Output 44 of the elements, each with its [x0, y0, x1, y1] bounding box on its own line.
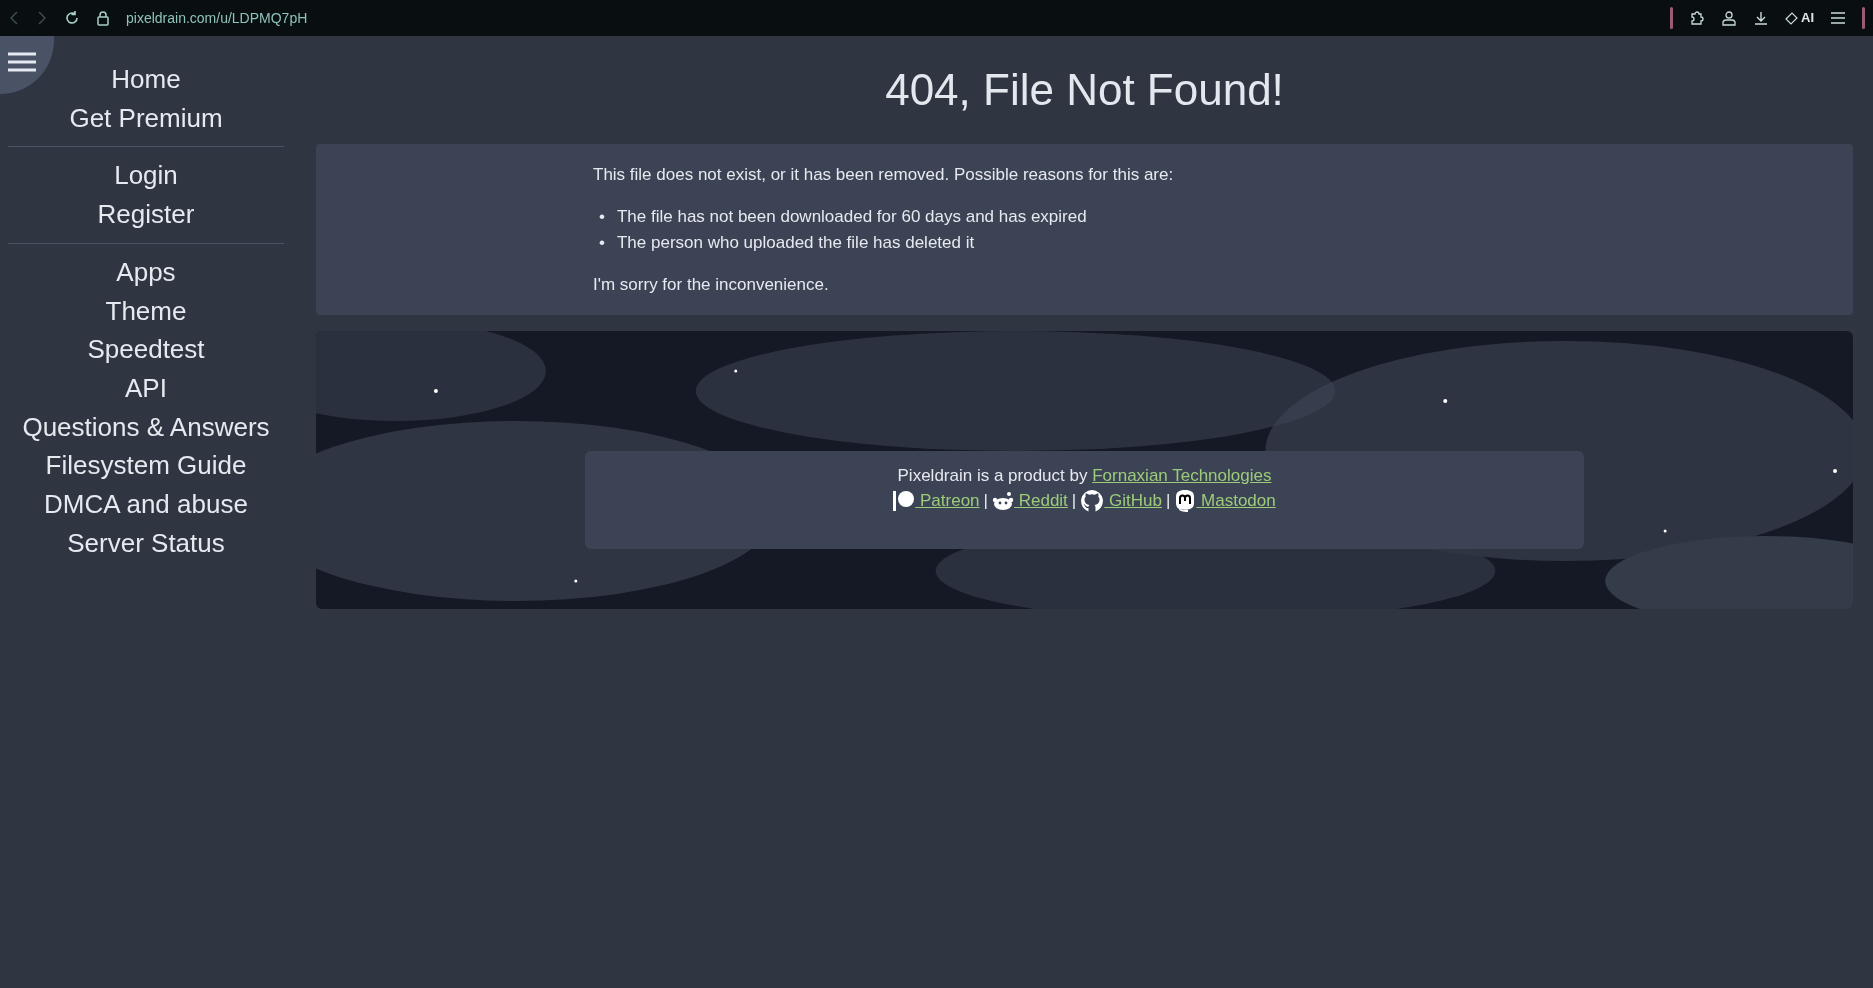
- separator: |: [983, 490, 988, 512]
- puzzle-icon[interactable]: [1689, 10, 1705, 26]
- menu-icon[interactable]: [1830, 11, 1846, 25]
- reddit-icon: [991, 490, 1014, 511]
- menu-icon: [8, 52, 36, 72]
- message-text: This file does not exist, or it has been removed. Possible reasons for this are:: [593, 164, 1175, 186]
- sidebar-link[interactable]: Theme: [105, 291, 187, 331]
- profile-icon[interactable]: [1721, 10, 1737, 26]
- sidebar-link[interactable]: Home: [111, 60, 181, 99]
- sidebar-link[interactable]: Register: [97, 195, 195, 234]
- sidebar-link[interactable]: Apps: [116, 252, 176, 292]
- footer-link[interactable]: Patreon: [915, 488, 980, 513]
- separator: |: [1165, 490, 1171, 512]
- sidebar-link[interactable]: Get Premium: [69, 98, 223, 138]
- sidebar-link[interactable]: DMCA and abuse: [44, 485, 248, 524]
- sidebar-link[interactable]: Speedtest: [87, 330, 205, 369]
- reload-icon[interactable]: [64, 10, 80, 26]
- tab-indicator: [1862, 7, 1865, 29]
- reason-item: The file has not been downloaded for 60 days and has expired: [616, 205, 1087, 228]
- github-icon: [1080, 488, 1105, 513]
- footer-link[interactable]: Reddit: [1013, 488, 1068, 513]
- sidebar-link[interactable]: Questions & Answers: [22, 407, 270, 447]
- lock-icon: [96, 10, 110, 26]
- reason-item: The person who uploaded the file has deleted it: [616, 231, 975, 254]
- bullet: •: [599, 205, 605, 228]
- sidebar-link[interactable]: Login: [114, 156, 178, 196]
- tab-indicator: [1670, 7, 1673, 29]
- magic-icon[interactable]: [1785, 11, 1799, 25]
- ai-button[interactable]: AI: [1801, 8, 1814, 28]
- page-title: 404, File Not Found!: [884, 64, 1285, 116]
- footer-link[interactable]: GitHub: [1104, 488, 1162, 513]
- separator: |: [1071, 490, 1077, 512]
- address-bar[interactable]: pixeldrain.com/u/LDPMQ7pH: [126, 7, 308, 29]
- bullet: •: [599, 231, 605, 254]
- footer-link[interactable]: Mastodon: [1196, 488, 1276, 513]
- footer-text: Pixeldrain is a product by: [897, 466, 1088, 485]
- message-text: I'm sorry for the inconvenience.: [593, 273, 830, 296]
- patreon-icon: [893, 489, 916, 512]
- sidebar-link[interactable]: Server Status: [67, 523, 225, 563]
- download-icon[interactable]: [1753, 10, 1769, 26]
- company-link[interactable]: Fornaxian Technologies: [1092, 466, 1272, 485]
- mastodon-icon: [1174, 488, 1197, 513]
- sidebar-link[interactable]: API: [125, 368, 167, 408]
- sidebar-link[interactable]: Filesystem Guide: [45, 446, 247, 486]
